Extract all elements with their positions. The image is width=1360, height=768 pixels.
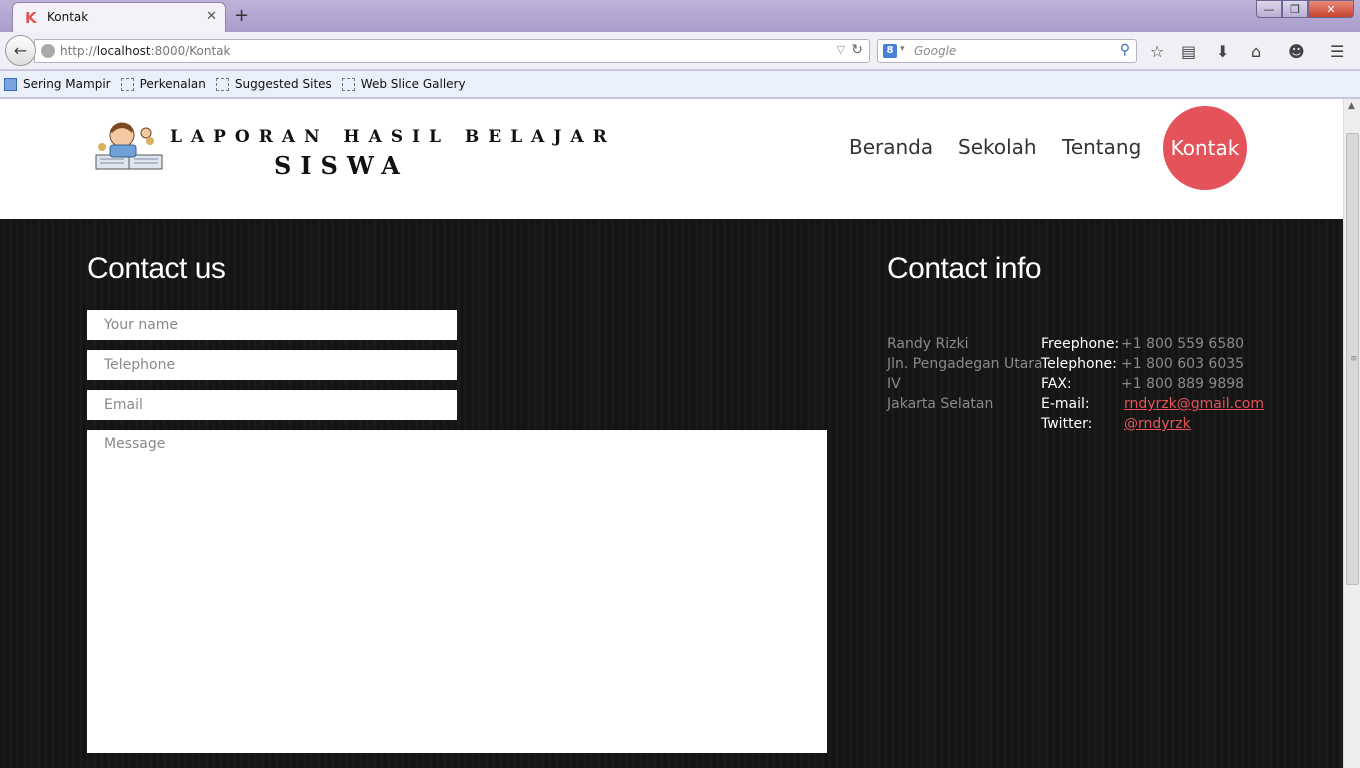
minimize-button[interactable]: —: [1256, 0, 1282, 18]
url-prefix: http://: [60, 44, 97, 58]
reading-list-icon[interactable]: ▤: [1181, 42, 1196, 61]
address-street-cont: IV: [887, 376, 901, 392]
bookmark-item[interactable]: Web Slice Gallery: [341, 77, 466, 91]
downloads-icon[interactable]: ⬇: [1216, 42, 1229, 61]
nav-tentang[interactable]: Tentang: [1062, 135, 1141, 159]
contact-info-heading: Contact info: [887, 252, 1042, 285]
freephone-label: Freephone:: [1041, 336, 1120, 352]
close-window-button[interactable]: ✕: [1308, 0, 1354, 18]
logo-subtitle: SISWA: [274, 151, 409, 180]
freephone-value: +1 800 559 6580: [1121, 336, 1245, 352]
url-text[interactable]: http://localhost:8000/Kontak: [60, 44, 231, 58]
address-street: Jln. Pengadegan Utara: [887, 356, 1043, 372]
fax-label: FAX:: [1041, 376, 1072, 392]
email-input[interactable]: [87, 390, 457, 420]
browser-titlebar: K Kontak ✕ + — ❐ ✕: [0, 0, 1360, 32]
bookmark-page-icon: [341, 77, 355, 91]
menu-icon[interactable]: ☰: [1330, 42, 1344, 61]
bookmarks-bar: Sering Mampir Perkenalan Suggested Sites…: [0, 71, 1360, 98]
bookmark-label: Web Slice Gallery: [360, 77, 466, 91]
window-controls: — ❐ ✕: [1256, 0, 1354, 18]
name-input[interactable]: [87, 310, 457, 340]
message-textarea[interactable]: [87, 430, 827, 753]
bookmark-item[interactable]: Sering Mampir: [4, 77, 111, 91]
search-placeholder: Google: [914, 44, 957, 58]
student-reading-logo-icon: [95, 122, 163, 170]
tab-title: Kontak: [47, 10, 89, 24]
bookmark-page-icon: [215, 77, 229, 91]
site-header: LAPORAN HASIL BELAJAR SISWA Beranda Seko…: [0, 99, 1343, 219]
url-host: localhost: [96, 44, 151, 58]
google-engine-icon[interactable]: 8: [883, 44, 897, 58]
scrollbar-thumb[interactable]: ≡: [1346, 133, 1359, 585]
nav-kontak[interactable]: Kontak: [1163, 106, 1247, 190]
fax-value: +1 800 889 9898: [1121, 376, 1245, 392]
address-city: Jakarta Selatan: [887, 396, 994, 412]
email-link[interactable]: rndyrzk@gmail.com: [1124, 396, 1264, 412]
browser-navbar: http://localhost:8000/Kontak ▽ ↻ ← 8 ▾ G…: [0, 32, 1360, 70]
url-path: :8000/Kontak: [150, 44, 231, 58]
bookmark-folder-icon: [4, 77, 17, 91]
reload-icon[interactable]: ↻: [851, 42, 863, 58]
bookmark-item[interactable]: Perkenalan: [120, 77, 206, 91]
bookmark-star-icon[interactable]: ☆: [1150, 42, 1164, 61]
url-dropdown-icon[interactable]: ▽: [837, 43, 845, 56]
email-label: E-mail:: [1041, 396, 1090, 412]
tab-close-icon[interactable]: ✕: [206, 9, 217, 24]
telephone-label: Telephone:: [1041, 356, 1117, 372]
page-viewport: LAPORAN HASIL BELAJAR SISWA Beranda Seko…: [0, 99, 1343, 768]
twitter-label: Twitter:: [1041, 416, 1093, 432]
home-icon[interactable]: ⌂: [1251, 42, 1261, 61]
bookmark-page-icon: [120, 77, 134, 91]
browser-tab-active[interactable]: K Kontak ✕: [12, 2, 226, 32]
bookmark-item[interactable]: Suggested Sites: [215, 77, 332, 91]
telephone-input[interactable]: [87, 350, 457, 380]
bookmark-label: Sering Mampir: [23, 77, 111, 91]
search-bar[interactable]: 8 ▾ Google ⚲: [877, 39, 1137, 63]
tab-favicon-icon: K: [25, 9, 37, 27]
globe-icon: [41, 44, 55, 58]
telephone-value: +1 800 603 6035: [1121, 356, 1245, 372]
grip-icon: ≡: [1350, 354, 1358, 364]
chat-icon[interactable]: ☻: [1288, 42, 1305, 61]
address-name: Randy Rizki: [887, 336, 969, 352]
back-button[interactable]: ←: [5, 35, 36, 66]
nav-sekolah[interactable]: Sekolah: [958, 135, 1037, 159]
nav-beranda[interactable]: Beranda: [849, 135, 933, 159]
bookmark-label: Suggested Sites: [234, 77, 332, 91]
page-scrollbar[interactable]: ▲ ≡: [1343, 99, 1360, 768]
search-icon[interactable]: ⚲: [1120, 42, 1130, 58]
scroll-up-icon[interactable]: ▲: [1348, 101, 1355, 111]
url-bar[interactable]: http://localhost:8000/Kontak ▽ ↻: [34, 39, 870, 63]
engine-dropdown-icon[interactable]: ▾: [900, 44, 905, 54]
contact-section: Contact us Contact info Randy Rizki Jln.…: [0, 219, 1343, 768]
restore-button[interactable]: ❐: [1282, 0, 1308, 18]
new-tab-icon[interactable]: +: [234, 5, 249, 26]
twitter-link[interactable]: @rndyrzk: [1124, 416, 1191, 432]
bookmark-label: Perkenalan: [139, 77, 206, 91]
contact-us-heading: Contact us: [87, 252, 226, 285]
logo-title: LAPORAN HASIL BELAJAR: [170, 127, 616, 147]
